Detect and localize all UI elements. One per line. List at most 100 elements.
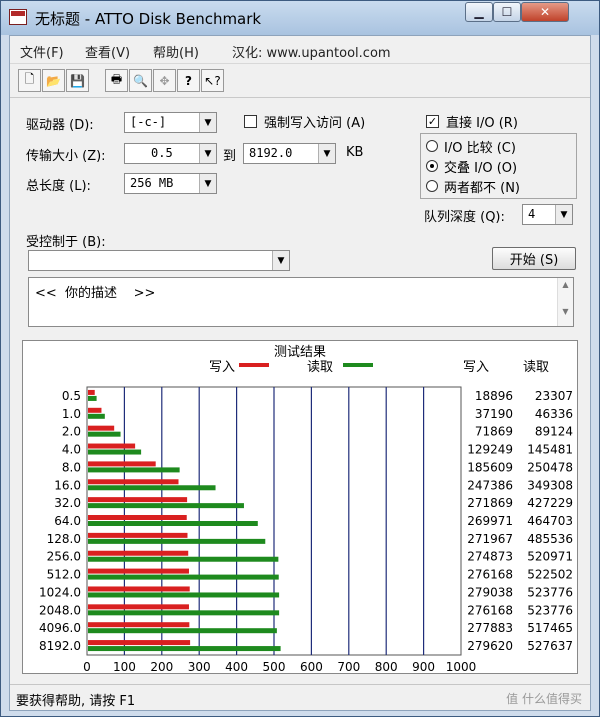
read-value: 250478 <box>527 460 573 474</box>
write-value: 276168 <box>467 603 513 617</box>
maximize-button[interactable]: ☐ <box>493 2 521 22</box>
x-tick-label: 0 <box>83 660 91 673</box>
x-tick-label: 200 <box>150 660 173 673</box>
write-bar <box>88 622 190 628</box>
write-value: 274873 <box>467 550 513 564</box>
close-button[interactable]: ✕ <box>521 2 569 22</box>
scroll-up-icon[interactable]: ▲ <box>558 280 573 289</box>
transfer-from-select[interactable]: 0.5 ▼ <box>124 143 217 164</box>
help-icon[interactable]: ? <box>177 69 200 92</box>
transfer-to-value: 8192.0 <box>249 146 293 160</box>
move-icon[interactable]: ✥ <box>153 69 176 92</box>
y-tick-label: 512.0 <box>47 568 81 582</box>
y-tick-label: 4.0 <box>62 443 81 457</box>
chevron-down-icon[interactable]: ▼ <box>272 251 289 270</box>
menu-credit: 汉化: www.upantool.com <box>232 46 391 61</box>
read-value: 23307 <box>535 389 573 403</box>
print-preview-icon[interactable]: 🔍 <box>129 69 152 92</box>
status-bar: 要获得帮助, 请按 F1 值 什么值得买 <box>10 684 590 710</box>
total-length-select[interactable]: 256 MB ▼ <box>124 173 217 194</box>
menu-help[interactable]: 帮助(H) <box>153 42 199 61</box>
chevron-down-icon[interactable]: ▼ <box>318 144 335 163</box>
read-bar <box>88 431 121 437</box>
total-length-label: 总长度 (L): <box>26 179 91 194</box>
x-tick-label: 500 <box>263 660 286 673</box>
write-value: 129249 <box>467 443 513 457</box>
open-icon[interactable]: 📂 <box>42 69 65 92</box>
context-help-icon[interactable]: ↖? <box>201 69 224 92</box>
x-tick-label: 900 <box>412 660 435 673</box>
minimize-button[interactable]: ▁ <box>465 2 493 22</box>
drive-select[interactable]: [-c-] ▼ <box>124 112 217 133</box>
read-value: 520971 <box>527 550 573 564</box>
description-scrollbar[interactable]: ▲ ▼ <box>557 278 573 326</box>
chevron-down-icon[interactable]: ▼ <box>199 144 216 163</box>
x-tick-label: 300 <box>188 660 211 673</box>
read-value: 517465 <box>527 621 573 635</box>
x-tick-label: 1000 <box>446 660 477 673</box>
drive-value: [-c-] <box>130 115 167 129</box>
write-bar <box>88 550 189 556</box>
radio-io-compare-label: I/O 比较 (C) <box>444 141 516 156</box>
menu-view[interactable]: 查看(V) <box>85 42 130 61</box>
x-tick-label: 800 <box>375 660 398 673</box>
write-value: 71869 <box>475 425 513 439</box>
queue-depth-select[interactable]: 4 ▼ <box>522 204 573 225</box>
write-bar <box>88 640 191 646</box>
transfer-to-select[interactable]: 8192.0 ▼ <box>243 143 336 164</box>
new-icon[interactable]: 🗋 <box>18 69 41 92</box>
write-bar <box>88 389 95 395</box>
write-bar <box>88 443 136 449</box>
read-value: 145481 <box>527 443 573 457</box>
chevron-down-icon[interactable]: ▼ <box>199 113 216 132</box>
title-bar[interactable]: 无标题 - ATTO Disk Benchmark ▁ ☐ ✕ <box>1 1 599 35</box>
radio-overlap-io[interactable] <box>426 160 438 172</box>
write-value: 18896 <box>475 389 513 403</box>
direct-io-checkbox[interactable]: ✓ <box>426 115 439 128</box>
menu-file[interactable]: 文件(F) <box>20 42 64 61</box>
y-tick-label: 16.0 <box>54 478 81 492</box>
read-bar <box>88 592 280 598</box>
controlled-by-select[interactable]: ▼ <box>28 250 290 271</box>
read-value: 46336 <box>535 407 573 421</box>
scroll-down-icon[interactable]: ▼ <box>558 307 573 316</box>
write-bar <box>88 461 156 467</box>
read-bar <box>88 556 279 562</box>
print-icon[interactable]: 🖶 <box>105 69 128 92</box>
watermark: 值 什么值得买 <box>506 692 582 706</box>
chevron-down-icon[interactable]: ▼ <box>199 174 216 193</box>
to-label: 到 <box>223 149 237 164</box>
write-value: 279038 <box>467 585 513 599</box>
app-icon[interactable] <box>9 9 27 25</box>
menu-bar: 文件(F) 查看(V) 帮助(H) 汉化: www.upantool.com <box>10 36 590 64</box>
radio-neither-label: 两者都不 (N) <box>444 181 521 196</box>
chevron-down-icon[interactable]: ▼ <box>555 205 572 224</box>
write-value: 37190 <box>475 407 513 421</box>
read-value: 522502 <box>527 568 573 582</box>
read-bar <box>88 574 279 580</box>
write-value: 185609 <box>467 460 513 474</box>
force-write-checkbox[interactable] <box>244 115 257 128</box>
write-bar <box>88 497 188 503</box>
read-value: 523776 <box>527 585 573 599</box>
radio-overlap-io-label: 交叠 I/O (O) <box>444 161 518 176</box>
window-title: 无标题 - ATTO Disk Benchmark <box>35 10 262 28</box>
write-value: 271967 <box>467 532 513 546</box>
y-tick-label: 0.5 <box>62 389 81 403</box>
y-tick-label: 8.0 <box>62 460 81 474</box>
write-bar <box>88 425 115 431</box>
x-tick-label: 700 <box>337 660 360 673</box>
read-value: 464703 <box>527 514 573 528</box>
y-tick-label: 2.0 <box>62 425 81 439</box>
transfer-size-label: 传输大小 (Z): <box>26 149 106 164</box>
read-bar <box>88 538 266 544</box>
radio-io-compare[interactable] <box>426 140 438 152</box>
description-field[interactable]: << 你的描述 >> ▲ ▼ <box>28 277 574 327</box>
y-tick-label: 8192.0 <box>39 639 81 653</box>
y-tick-label: 256.0 <box>47 550 81 564</box>
radio-neither[interactable] <box>426 180 438 192</box>
start-button[interactable]: 开始 (S) <box>492 247 576 270</box>
kb-label: KB <box>346 145 364 160</box>
total-length-value: 256 MB <box>130 176 174 190</box>
save-icon[interactable]: 💾 <box>66 69 89 92</box>
